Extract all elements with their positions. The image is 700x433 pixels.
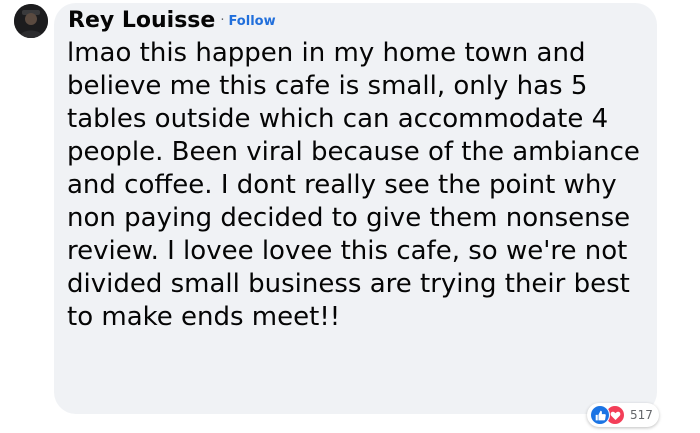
follow-button[interactable]: Follow (228, 14, 275, 29)
reaction-count: 517 (630, 408, 653, 422)
separator-dot: · (220, 13, 225, 28)
avatar[interactable] (14, 4, 48, 38)
comment-text: lmao this happen in my home town and bel… (67, 38, 640, 332)
reactions-summary[interactable]: 517 (587, 403, 659, 427)
like-icon (590, 405, 610, 425)
author-name[interactable]: Rey Louisse (68, 8, 215, 33)
comment-bubble: Rey Louisse · Follow lmao this happen in m… (54, 3, 657, 414)
comment-header: Rey Louisse · Follow (68, 8, 276, 33)
